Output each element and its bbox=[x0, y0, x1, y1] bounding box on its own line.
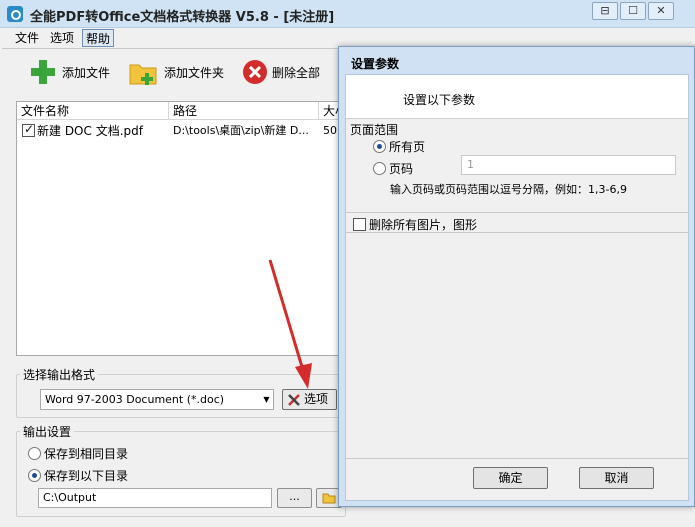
add-folder-label: 添加文件夹 bbox=[164, 66, 225, 80]
add-folder-button[interactable]: 添加文件夹 bbox=[128, 55, 228, 89]
ok-button[interactable]: 确定 bbox=[473, 467, 548, 489]
delete-all-label: 删除全部 bbox=[272, 66, 321, 80]
plus-icon bbox=[31, 60, 55, 84]
delete-all-button[interactable]: 删除全部 bbox=[240, 55, 330, 89]
maximize-button[interactable]: ☐ bbox=[620, 2, 646, 20]
folder-icon bbox=[322, 493, 336, 504]
title-bar: 全能PDF转Office文档格式转换器 V5.8 - [未注册] ⊟ ☐ ✕ bbox=[0, 0, 695, 28]
folder-add-icon bbox=[129, 64, 157, 85]
radio-page-numbers-label[interactable]: 页码 bbox=[389, 160, 413, 177]
remove-images-checkbox[interactable] bbox=[353, 218, 366, 231]
row-checkbox[interactable] bbox=[22, 122, 35, 137]
radio-all-pages[interactable] bbox=[373, 140, 386, 153]
remove-images-label[interactable]: 删除所有图片，图形 bbox=[369, 216, 477, 233]
page-range-hint: 输入页码或页码范围以逗号分隔，例如：1,3-6,9 bbox=[390, 183, 627, 196]
dialog-body: 设置以下参数 页面范围 所有页 页码 1 输入页码或页码范围以逗号分隔，例如：1… bbox=[345, 74, 689, 501]
menu-help[interactable]: 帮助 bbox=[82, 29, 115, 47]
settings-dialog: 设置参数 设置以下参数 页面范围 所有页 页码 1 输入页码或页码范围以逗号分隔… bbox=[338, 46, 695, 507]
add-file-label: 添加文件 bbox=[62, 66, 111, 80]
app-icon bbox=[7, 6, 23, 22]
browse-button[interactable]: ... bbox=[277, 488, 312, 508]
menu-bar: 文件 选项 帮助 bbox=[0, 28, 695, 48]
file-name-cell: 新建 DOC 文档.pdf bbox=[37, 124, 143, 138]
output-settings-label: 输出设置 bbox=[20, 423, 75, 440]
column-header-name[interactable]: 文件名称 bbox=[17, 102, 169, 120]
annotation-arrow bbox=[268, 259, 312, 389]
radio-same-dir[interactable] bbox=[28, 447, 41, 460]
radio-custom-dir-label[interactable]: 保存到以下目录 bbox=[44, 467, 128, 484]
radio-custom-dir[interactable] bbox=[28, 469, 41, 482]
dialog-title: 设置参数 bbox=[351, 57, 400, 71]
divider bbox=[346, 212, 688, 213]
format-select[interactable]: Word 97-2003 Document (*.doc) bbox=[40, 389, 274, 410]
column-header-path[interactable]: 路径 bbox=[169, 102, 319, 120]
dialog-header: 设置以下参数 bbox=[346, 75, 688, 119]
menu-options[interactable]: 选项 bbox=[47, 29, 77, 47]
file-path-cell: D:\tools\桌面\zip\新建 D... bbox=[173, 124, 309, 137]
divider bbox=[346, 232, 688, 233]
radio-same-dir-label[interactable]: 保存到相同目录 bbox=[44, 445, 128, 462]
dialog-header-text: 设置以下参数 bbox=[403, 93, 476, 107]
page-numbers-input[interactable]: 1 bbox=[461, 155, 676, 175]
output-format-label: 选择输出格式 bbox=[20, 366, 99, 383]
dialog-footer-divider bbox=[346, 458, 688, 459]
output-directory-input[interactable]: C:\Output bbox=[38, 488, 272, 508]
tools-icon bbox=[288, 394, 300, 406]
close-button[interactable]: ✕ bbox=[648, 2, 674, 20]
menu-file[interactable]: 文件 bbox=[12, 29, 42, 47]
cancel-button[interactable]: 取消 bbox=[579, 467, 654, 489]
radio-page-numbers[interactable] bbox=[373, 162, 386, 175]
window-title: 全能PDF转Office文档格式转换器 V5.8 - [未注册] bbox=[30, 10, 335, 25]
add-file-button[interactable]: 添加文件 bbox=[28, 55, 114, 89]
table-row[interactable]: 新建 DOC 文档.pdf D:\tools\桌面\zip\新建 D... 50… bbox=[17, 121, 347, 141]
page-range-label: 页面范围 bbox=[350, 123, 399, 137]
minimize-button[interactable]: ⊟ bbox=[592, 2, 618, 20]
radio-all-pages-label[interactable]: 所有页 bbox=[389, 138, 425, 155]
delete-icon bbox=[243, 60, 267, 84]
